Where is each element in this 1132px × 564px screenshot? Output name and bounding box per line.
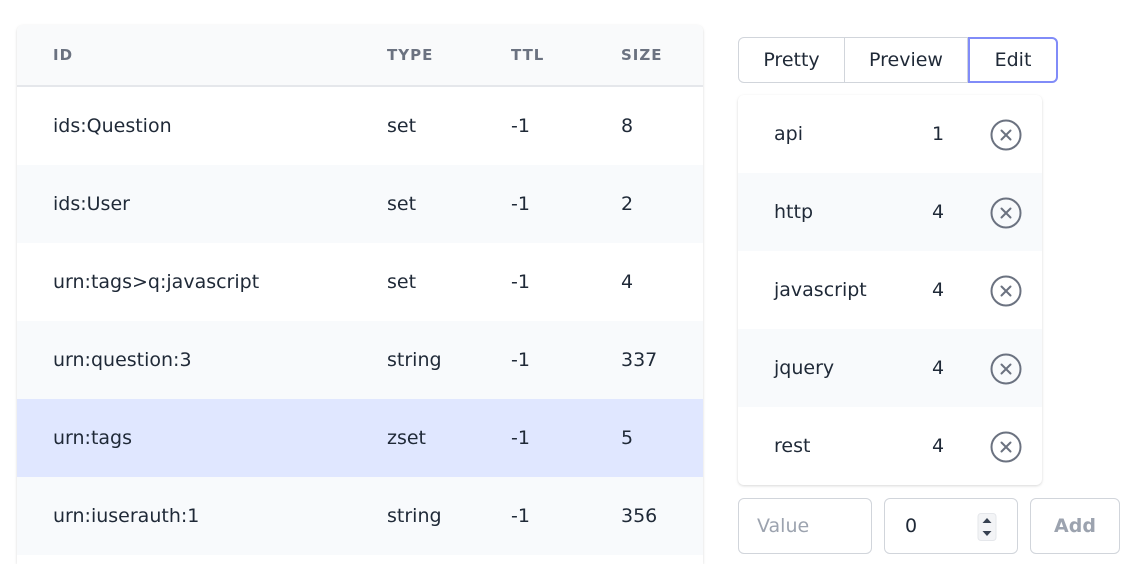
key-id: ids:User: [53, 193, 130, 215]
tab-preview[interactable]: Preview: [845, 37, 968, 83]
header-id[interactable]: ID: [53, 46, 73, 64]
list-item: http 4: [738, 173, 1042, 251]
table-row[interactable]: ids:User set -1 2: [17, 165, 703, 243]
key-size: 4: [621, 271, 634, 293]
key-size: 337: [621, 349, 658, 371]
key-type: set: [387, 193, 417, 215]
key-size: 5: [621, 427, 634, 449]
stepper-arrows[interactable]: [977, 513, 997, 541]
table-row[interactable]: ids:Question set -1 8: [17, 87, 703, 165]
remove-member-icon[interactable]: [990, 119, 1022, 151]
header-ttl[interactable]: TTL: [511, 46, 544, 64]
header-size[interactable]: SIZE: [621, 46, 663, 64]
key-ttl: -1: [511, 193, 530, 215]
key-type: zset: [387, 427, 427, 449]
key-ttl: -1: [511, 427, 530, 449]
list-item: api 1: [738, 95, 1042, 173]
member-score: 4: [932, 435, 945, 457]
key-type: string: [387, 505, 442, 527]
remove-member-icon[interactable]: [990, 275, 1022, 307]
key-ttl: -1: [511, 349, 530, 371]
view-mode-tabs: Pretty Preview Edit: [738, 37, 1058, 83]
keys-table-header: ID TYPE TTL SIZE: [17, 25, 703, 87]
key-id: urn:tags: [53, 427, 133, 449]
member-value: rest: [774, 435, 811, 457]
score-value: 0: [905, 515, 918, 537]
member-score: 1: [932, 123, 945, 145]
remove-member-icon[interactable]: [990, 197, 1022, 229]
member-value-input[interactable]: [738, 498, 872, 554]
remove-member-icon[interactable]: [990, 353, 1022, 385]
header-type[interactable]: TYPE: [387, 46, 433, 64]
member-score: 4: [932, 201, 945, 223]
member-value: jquery: [774, 357, 835, 379]
member-score: 4: [932, 279, 945, 301]
key-size: 8: [621, 115, 634, 137]
tab-edit[interactable]: Edit: [968, 37, 1058, 83]
table-row[interactable]: urn:iuserauth:1 string -1 356: [17, 477, 703, 555]
key-id: urn:iuserauth:1: [53, 505, 200, 527]
table-row-selected[interactable]: urn:tags zset -1 5: [17, 399, 703, 477]
key-ttl: -1: [511, 271, 530, 293]
key-type: set: [387, 115, 417, 137]
key-ttl: -1: [511, 115, 530, 137]
member-score: 4: [932, 357, 945, 379]
table-row[interactable]: urn:question:3 string -1 337: [17, 321, 703, 399]
table-row[interactable]: urn:tags>q:javascript set -1 4: [17, 243, 703, 321]
list-item: rest 4: [738, 407, 1042, 485]
add-member-form: 0 Add: [738, 498, 1120, 554]
key-id: urn:tags>q:javascript: [53, 271, 260, 293]
list-item: jquery 4: [738, 329, 1042, 407]
remove-member-icon[interactable]: [990, 431, 1022, 463]
member-score-stepper[interactable]: 0: [884, 498, 1018, 554]
tab-pretty[interactable]: Pretty: [738, 37, 845, 83]
key-id: ids:Question: [53, 115, 172, 137]
key-ttl: -1: [511, 505, 530, 527]
key-type: set: [387, 271, 417, 293]
member-value: javascript: [774, 279, 867, 301]
key-size: 2: [621, 193, 634, 215]
key-size: 356: [621, 505, 658, 527]
key-id: urn:question:3: [53, 349, 192, 371]
member-value: api: [774, 123, 803, 145]
member-value: http: [774, 201, 814, 223]
list-item: javascript 4: [738, 251, 1042, 329]
stepper-icon[interactable]: [977, 513, 997, 541]
keys-table: ID TYPE TTL SIZE ids:Question set -1 8 i…: [17, 25, 703, 564]
add-member-button[interactable]: Add: [1030, 498, 1120, 554]
key-type: string: [387, 349, 442, 371]
zset-members-list: api 1 http 4 javascript 4 jquery 4 rest …: [738, 95, 1042, 485]
